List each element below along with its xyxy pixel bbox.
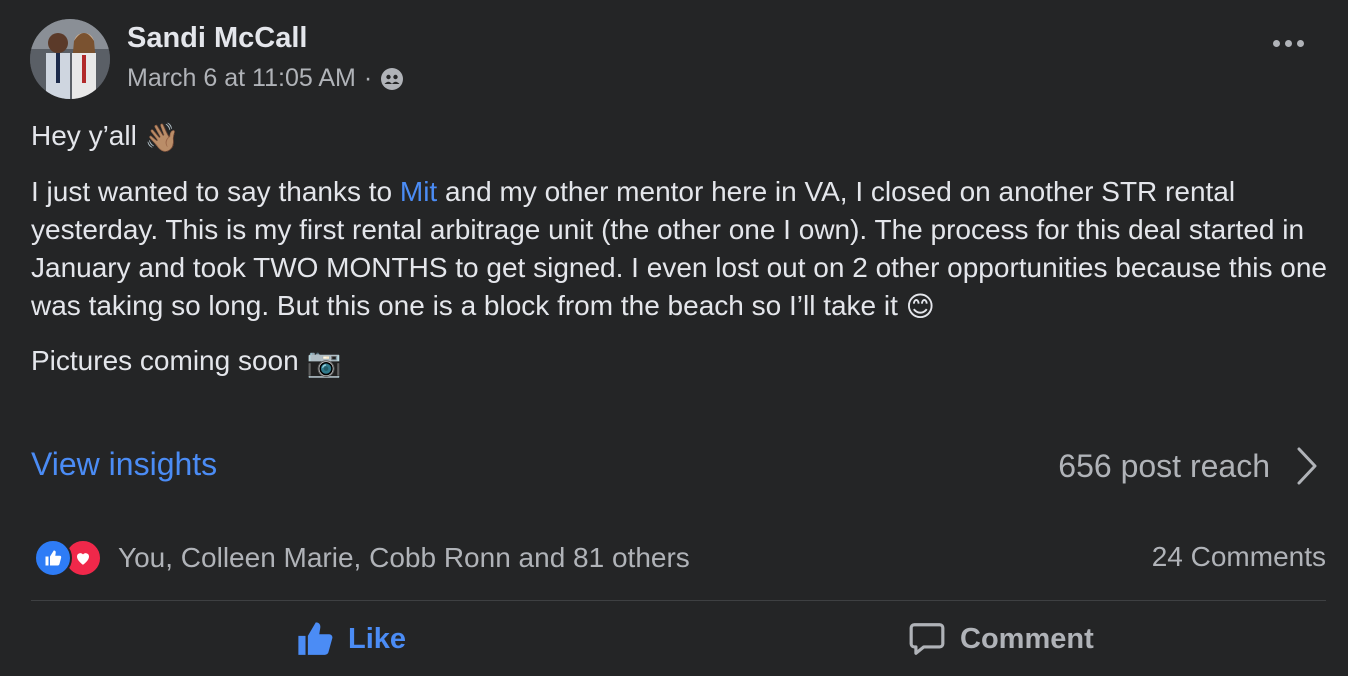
post-meta: March 6 at 11:05 AM · <box>127 64 404 93</box>
greeting-text: Hey y’all <box>31 120 137 151</box>
dot-icon <box>1273 40 1280 47</box>
post-body: Hey y’all 👋🏽 I just wanted to say thanks… <box>31 117 1331 398</box>
dot-icon <box>1297 40 1304 47</box>
reactors-text: You, Colleen Marie, Cobb Ronn and 81 oth… <box>118 542 690 573</box>
comments-count[interactable]: 24 Comments <box>1152 541 1326 573</box>
reactions-summary[interactable]: You, Colleen Marie, Cobb Ronn and 81 oth… <box>34 539 690 577</box>
smiling-face-icon: 😊 <box>905 291 935 323</box>
post-paragraph: Pictures coming soon 📷 <box>31 342 1331 382</box>
post-reach-count: 656 post reach <box>1058 447 1270 484</box>
camera-icon: 📷 <box>306 346 342 378</box>
meta-separator: · <box>363 64 373 92</box>
paragraph-text: Pictures coming soon <box>31 345 307 377</box>
more-options-button[interactable] <box>1273 40 1304 47</box>
post-paragraph: Hey y’all 👋🏽 <box>31 117 1331 157</box>
author-name[interactable]: Sandi McCall <box>127 22 308 55</box>
comment-button[interactable]: Comment <box>908 620 1094 658</box>
like-label: Like <box>348 622 407 655</box>
waving-hand-icon: 👋🏽 <box>144 121 180 153</box>
divider <box>31 600 1326 601</box>
comment-label: Comment <box>960 622 1094 655</box>
mention-link[interactable]: Mit <box>400 176 437 207</box>
comment-bubble-icon <box>909 623 945 655</box>
like-reaction-icon <box>34 539 72 577</box>
friends-icon[interactable] <box>380 67 404 91</box>
paragraph-text: I just wanted to say thanks to <box>31 175 400 207</box>
dot-icon <box>1285 40 1292 47</box>
post-paragraph: I just wanted to say thanks to Mit and m… <box>31 173 1331 327</box>
chevron-right-icon <box>1297 447 1317 485</box>
view-insights-link[interactable]: View insights <box>31 446 217 483</box>
author-avatar[interactable] <box>30 19 110 99</box>
like-button[interactable]: Like <box>296 620 406 658</box>
thumbs-up-icon <box>298 622 333 655</box>
post-reach-button[interactable]: 656 post reach <box>1058 446 1318 486</box>
post-timestamp[interactable]: March 6 at 11:05 AM <box>127 64 356 93</box>
